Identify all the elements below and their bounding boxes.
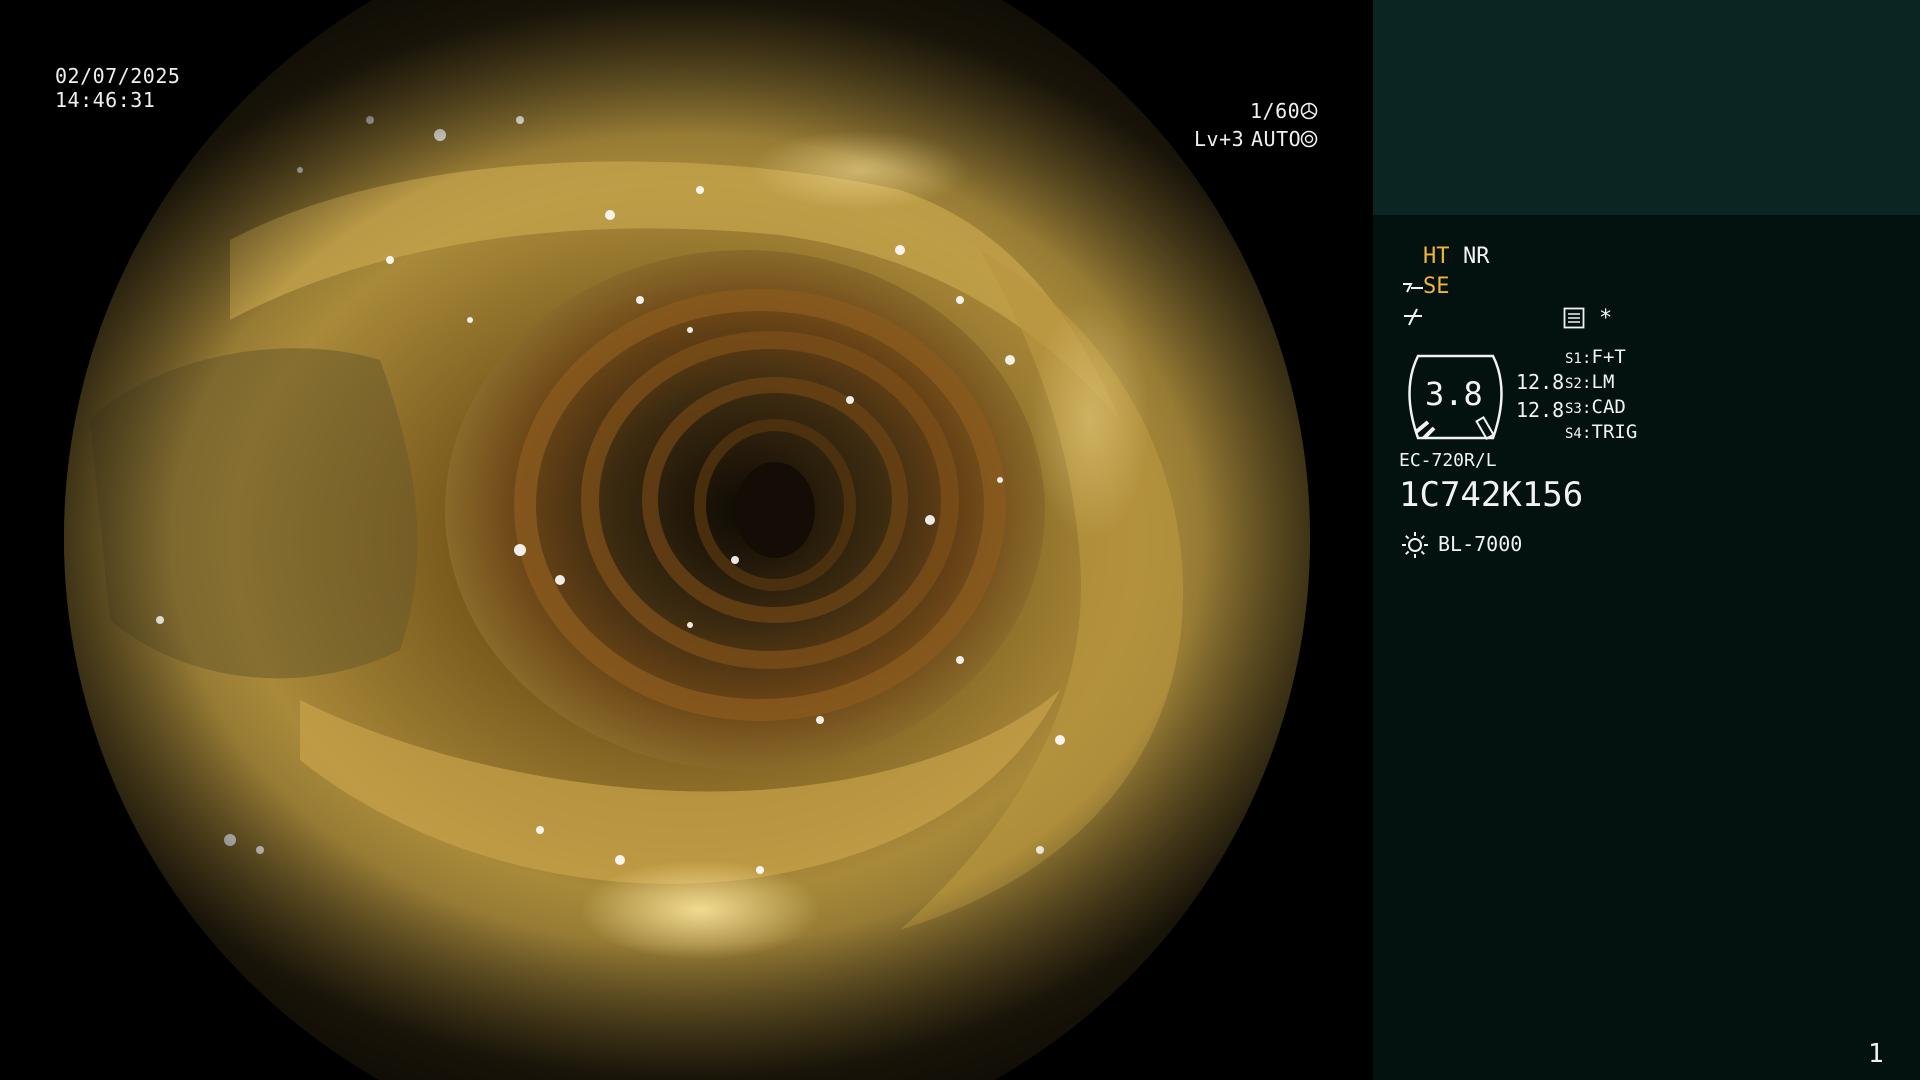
switch-key: S3 — [1565, 401, 1582, 417]
light-source-icon — [1402, 532, 1428, 558]
value-top: 12.8 — [1516, 370, 1565, 394]
switch-key: S2 — [1565, 376, 1582, 392]
switch-row: S4:TRIG — [1565, 421, 1638, 443]
iris-mode-label: AUTO — [1251, 127, 1302, 151]
switch-value: LM — [1591, 371, 1615, 393]
switch-list: S1:F+T S2:LM S3:CAD S4:TRIG — [1565, 346, 1637, 446]
date-label: 02/07/2025 — [55, 64, 181, 88]
switch-row: S2:LM — [1565, 371, 1615, 393]
image-mode-icon — [1563, 307, 1585, 329]
switch-value: CAD — [1591, 396, 1626, 418]
nr-label: NR — [1463, 244, 1490, 269]
shutter-icon — [1300, 102, 1318, 120]
se-mode-icon — [1403, 283, 1423, 293]
se-label: SE — [1423, 274, 1450, 299]
endoscopic-image — [64, 0, 1310, 1080]
page-number: 1 — [1868, 1039, 1884, 1069]
iris-icon — [1300, 130, 1318, 148]
scope-value: 3.8 — [1425, 375, 1483, 413]
switch-key: S1 — [1565, 351, 1582, 367]
scope-serial-label: 1C742K156 — [1399, 475, 1584, 515]
ht-label: HT — [1423, 244, 1450, 269]
status-side-panel: HT NR SE * 3.8 12.8 12.8 S1:F+T S2:LM S3… — [1373, 0, 1920, 1080]
star-label: * — [1599, 306, 1613, 331]
time-label: 14:46:31 — [55, 88, 156, 112]
value-bottom: 12.8 — [1516, 398, 1565, 422]
switch-row: S1:F+T — [1565, 346, 1626, 368]
switch-value: F+T — [1591, 346, 1626, 368]
switch-row: S3:CAD — [1565, 396, 1626, 418]
enhance-icon — [1404, 308, 1422, 326]
switch-value: TRIG — [1591, 421, 1638, 443]
endoscope-video-area: 02/07/2025 14:46:31 1/60 Lv+3 AUTO — [0, 0, 1373, 1080]
shutter-label: 1/60 — [1250, 99, 1301, 123]
light-source-label: BL-7000 — [1438, 532, 1523, 556]
switch-key: S4 — [1565, 426, 1582, 442]
scope-model-label: EC-720R/L — [1399, 450, 1497, 471]
panel-header — [1373, 0, 1920, 215]
level-label: Lv+3 — [1194, 127, 1245, 151]
